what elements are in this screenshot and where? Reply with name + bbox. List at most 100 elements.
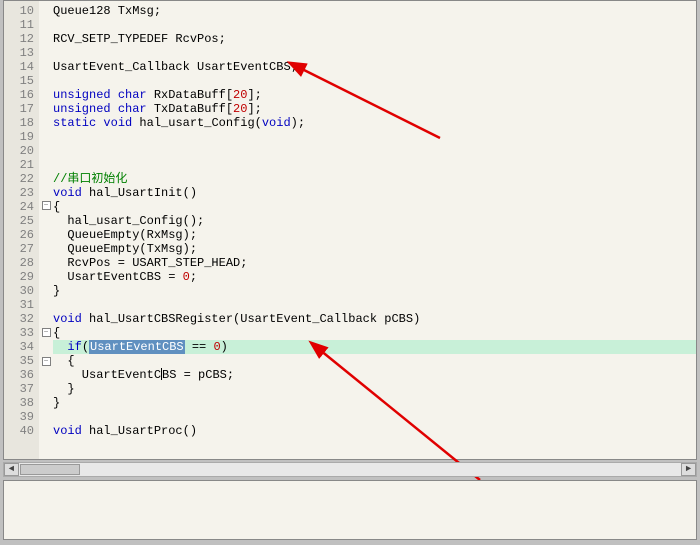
code-line[interactable]: UsartEventCBS = pCBS; <box>53 368 696 382</box>
line-number: 34 <box>4 340 34 354</box>
line-number: 31 <box>4 298 34 312</box>
code-line[interactable]: QueueEmpty(TxMsg); <box>53 242 696 256</box>
line-number: 24 <box>4 200 34 214</box>
fold-slot <box>39 285 53 299</box>
output-panel[interactable] <box>3 480 697 540</box>
fold-column[interactable]: − − − <box>39 1 53 459</box>
code-line[interactable]: { <box>53 326 696 340</box>
fold-slot <box>39 186 53 200</box>
line-number: 30 <box>4 284 34 298</box>
code-line[interactable] <box>53 46 696 60</box>
fold-slot <box>39 399 53 413</box>
code-area[interactable]: Queue128 TxMsg; RCV_SETP_TYPEDEF RcvPos; U… <box>53 1 696 459</box>
code-line[interactable]: QueueEmpty(RxMsg); <box>53 228 696 242</box>
fold-slot <box>39 4 53 18</box>
line-number: 28 <box>4 256 34 270</box>
code-line[interactable]: static void hal_usart_Config(void); <box>53 116 696 130</box>
line-number: 40 <box>4 424 34 438</box>
line-number: 27 <box>4 242 34 256</box>
fold-slot <box>39 60 53 74</box>
fold-slot <box>39 385 53 399</box>
line-number: 33 <box>4 326 34 340</box>
line-number: 25 <box>4 214 34 228</box>
fold-slot <box>39 88 53 102</box>
line-number: 21 <box>4 158 34 172</box>
fold-slot <box>39 172 53 186</box>
fold-slot <box>39 342 53 356</box>
line-number: 38 <box>4 396 34 410</box>
fold-toggle-icon[interactable]: − <box>42 201 51 210</box>
code-line[interactable]: } <box>53 284 696 298</box>
code-line[interactable]: unsigned char RxDataBuff[20]; <box>53 88 696 102</box>
code-line[interactable]: UsartEvent_Callback UsartEventCBS; <box>53 60 696 74</box>
code-line[interactable]: RCV_SETP_TYPEDEF RcvPos; <box>53 32 696 46</box>
fold-slot <box>39 371 53 385</box>
fold-slot <box>39 215 53 229</box>
fold-slot <box>39 102 53 116</box>
fold-slot <box>39 413 53 427</box>
code-line[interactable]: //串口初始化 <box>53 172 696 186</box>
code-line[interactable]: void hal_UsartCBSRegister(UsartEvent_Cal… <box>53 312 696 326</box>
code-line[interactable] <box>53 298 696 312</box>
fold-slot <box>39 74 53 88</box>
fold-toggle-icon[interactable]: − <box>42 357 51 366</box>
code-line[interactable]: void hal_UsartInit() <box>53 186 696 200</box>
code-line[interactable]: } <box>53 396 696 410</box>
code-line[interactable]: { <box>53 200 696 214</box>
fold-slot: − <box>39 357 53 371</box>
code-line[interactable]: UsartEventCBS = 0; <box>53 270 696 284</box>
code-line[interactable] <box>53 18 696 32</box>
line-number: 18 <box>4 116 34 130</box>
code-line[interactable]: if(UsartEventCBS == 0) <box>53 340 696 354</box>
fold-slot <box>39 158 53 172</box>
line-number: 16 <box>4 88 34 102</box>
fold-slot: − <box>39 201 53 215</box>
fold-slot <box>39 427 53 441</box>
fold-slot <box>39 299 53 313</box>
line-number: 14 <box>4 60 34 74</box>
line-number: 39 <box>4 410 34 424</box>
line-number: 15 <box>4 74 34 88</box>
code-line[interactable] <box>53 144 696 158</box>
code-line[interactable]: { <box>53 354 696 368</box>
fold-slot <box>39 257 53 271</box>
code-line[interactable] <box>53 74 696 88</box>
line-number: 36 <box>4 368 34 382</box>
code-line[interactable] <box>53 130 696 144</box>
code-line[interactable]: Queue128 TxMsg; <box>53 4 696 18</box>
code-line[interactable]: RcvPos = USART_STEP_HEAD; <box>53 256 696 270</box>
line-number: 37 <box>4 382 34 396</box>
code-editor[interactable]: 1011121314151617181920212223242526272829… <box>3 0 697 460</box>
fold-toggle-icon[interactable]: − <box>42 328 51 337</box>
fold-slot <box>39 32 53 46</box>
line-number: 23 <box>4 186 34 200</box>
fold-slot <box>39 144 53 158</box>
fold-slot <box>39 229 53 243</box>
fold-slot <box>39 130 53 144</box>
line-number: 19 <box>4 130 34 144</box>
code-line[interactable]: hal_usart_Config(); <box>53 214 696 228</box>
code-line[interactable] <box>53 158 696 172</box>
line-number: 35 <box>4 354 34 368</box>
line-number: 22 <box>4 172 34 186</box>
code-line[interactable]: } <box>53 382 696 396</box>
code-line[interactable] <box>53 410 696 424</box>
line-number-gutter: 1011121314151617181920212223242526272829… <box>4 1 39 459</box>
horizontal-scrollbar[interactable]: ◄ ► <box>3 462 697 477</box>
line-number: 10 <box>4 4 34 18</box>
code-line[interactable]: unsigned char TxDataBuff[20]; <box>53 102 696 116</box>
scroll-left-button[interactable]: ◄ <box>4 463 19 476</box>
line-number: 17 <box>4 102 34 116</box>
line-number: 29 <box>4 270 34 284</box>
code-line[interactable]: void hal_UsartProc() <box>53 424 696 438</box>
line-number: 11 <box>4 18 34 32</box>
selection: UsartEventCBS <box>89 340 185 354</box>
fold-slot: − <box>39 328 53 342</box>
fold-slot <box>39 116 53 130</box>
scroll-right-button[interactable]: ► <box>681 463 696 476</box>
fold-slot <box>39 46 53 60</box>
fold-slot <box>39 18 53 32</box>
fold-slot <box>39 271 53 285</box>
line-number: 26 <box>4 228 34 242</box>
scroll-thumb[interactable] <box>20 464 80 475</box>
